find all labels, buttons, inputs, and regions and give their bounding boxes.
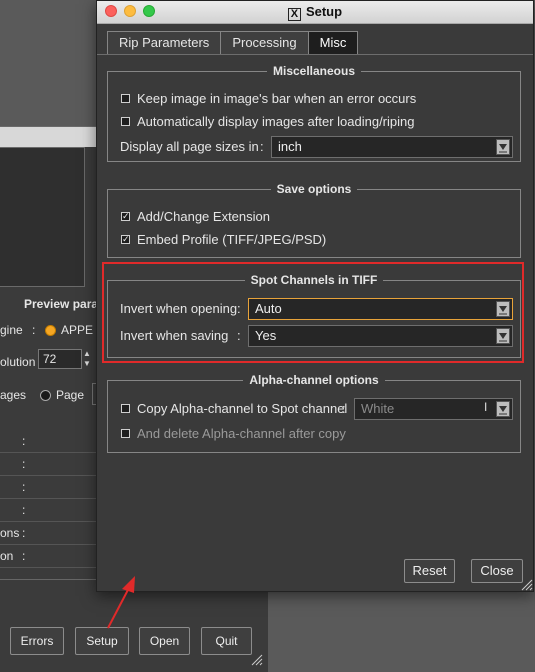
delete-alpha-checkbox[interactable] (121, 428, 130, 438)
tab-misc[interactable]: Misc (307, 31, 359, 55)
resolution-input[interactable]: 72 (38, 349, 82, 369)
keep-image-checkbox[interactable] (121, 93, 130, 103)
spot-channels-highlight (102, 262, 524, 363)
keep-image-option[interactable]: Keep image in image's bar when an error … (121, 89, 416, 107)
page-sizes-label: Display all page sizes in (120, 139, 259, 154)
miscellaneous-group: Miscellaneous Keep image in image's bar … (107, 64, 521, 162)
delete-alpha-label: And delete Alpha-channel after copy (137, 425, 346, 441)
resolution-label: olution (0, 355, 36, 369)
quit-button[interactable]: Quit (201, 627, 252, 655)
save-options-group: Save options ✓ Add/Change Extension ✓ Em… (107, 182, 521, 258)
info-row: on : (0, 545, 100, 568)
embed-profile-option[interactable]: ✓ Embed Profile (TIFF/JPEG/PSD) (121, 230, 326, 248)
resolution-stepper[interactable]: ▲ ▼ (82, 349, 92, 369)
engine-label: gine (0, 323, 23, 337)
engine-separator: : (32, 323, 36, 337)
tab-rip-parameters[interactable]: Rip Parameters (107, 31, 222, 55)
alpha-channel-group-title: Alpha-channel options (243, 373, 385, 387)
chevron-down-icon[interactable] (496, 139, 510, 155)
miscellaneous-group-title: Miscellaneous (266, 64, 362, 78)
spot-channel-select[interactable]: White (354, 398, 513, 420)
copy-alpha-label: Copy Alpha-channel to Spot channel (137, 400, 348, 416)
save-options-group-title: Save options (270, 182, 358, 196)
page-radio-label: Page (56, 388, 85, 402)
tab-processing[interactable]: Processing (220, 31, 309, 55)
auto-display-option[interactable]: Automatically display images after loadi… (121, 112, 414, 130)
setup-button[interactable]: Setup (75, 627, 129, 655)
dialog-titlebar: X Setup (97, 1, 533, 24)
alpha-channel-group: Alpha-channel options Copy Alpha-channel… (107, 373, 521, 453)
auto-display-checkbox[interactable] (121, 116, 130, 126)
page-sizes-select[interactable]: inch (271, 136, 513, 158)
info-row: : (0, 453, 100, 476)
auto-display-label: Automatically display images after loadi… (137, 113, 415, 129)
engine-radio[interactable] (45, 325, 56, 336)
resize-grip-icon[interactable] (251, 654, 263, 666)
info-row: : (0, 476, 100, 499)
x11-app-icon: X (287, 8, 301, 21)
spot-channel-value: White (361, 401, 395, 416)
copy-alpha-checkbox[interactable] (121, 403, 130, 413)
page-sizes-separator: : (260, 139, 264, 154)
delete-alpha-option[interactable]: And delete Alpha-channel after copy (121, 424, 346, 442)
dialog-title: Setup (305, 4, 343, 19)
copy-alpha-separator: : (342, 401, 346, 416)
add-extension-option[interactable]: ✓ Add/Change Extension (121, 207, 270, 225)
preview-panel (0, 147, 85, 287)
preview-params-label: Preview paran (24, 297, 106, 311)
pages-label: ages (0, 388, 27, 402)
open-button[interactable]: Open (139, 627, 190, 655)
info-row: : (0, 430, 100, 453)
tab-bar: Rip Parameters Processing Misc (107, 31, 359, 55)
embed-profile-label: Embed Profile (TIFF/JPEG/PSD) (137, 231, 327, 247)
reset-button[interactable]: Reset (404, 559, 455, 583)
embed-profile-checkbox[interactable]: ✓ (121, 234, 130, 244)
dialog-resize-grip-icon[interactable] (521, 579, 533, 591)
divider (0, 579, 100, 580)
add-extension-label: Add/Change Extension (137, 208, 270, 224)
chevron-down-icon[interactable] (496, 401, 510, 417)
setup-dialog: X Setup Rip Parameters Processing Misc Mi… (96, 0, 534, 592)
copy-alpha-option[interactable]: Copy Alpha-channel to Spot channel (121, 399, 347, 417)
info-row: ons : (0, 522, 100, 545)
close-button[interactable]: Close (471, 559, 523, 583)
add-extension-checkbox[interactable]: ✓ (121, 211, 130, 221)
keep-image-label: Keep image in image's bar when an error … (137, 90, 417, 106)
page-radio[interactable] (40, 390, 51, 401)
text-cursor-icon: I (484, 400, 488, 414)
info-row: : (0, 499, 100, 522)
page-sizes-value: inch (278, 139, 302, 154)
engine-value: APPE (61, 323, 94, 337)
errors-button[interactable]: Errors (10, 627, 64, 655)
